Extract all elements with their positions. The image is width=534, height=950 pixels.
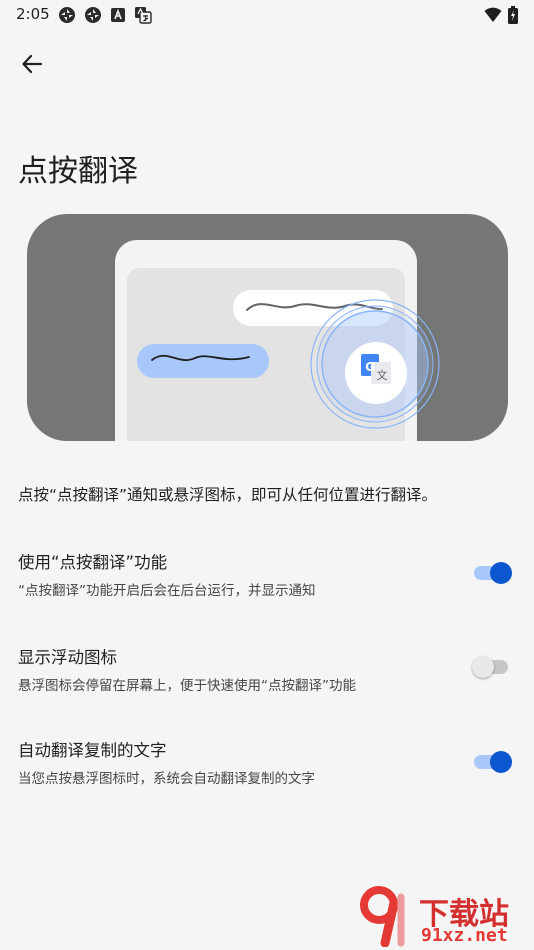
setting-row-auto-translate-copied-text[interactable]: 自动翻译复制的文字 当您点按悬浮图标时，系统会自动翻译复制的文字 [0, 737, 534, 807]
auto-translate-copied-text-toggle[interactable] [474, 749, 512, 775]
setting-subtitle: 悬浮图标会停留在屏幕上，便于快速使用“点按翻译”功能 [18, 678, 356, 694]
back-button[interactable] [12, 44, 52, 84]
watermark-logo-icon [360, 886, 405, 947]
arrow-back-icon [22, 54, 43, 74]
watermark-sub-text: 91xz.net [421, 925, 508, 946]
sync-icon [59, 7, 75, 23]
battery-charging-icon [508, 6, 518, 24]
status-system-icons [484, 6, 518, 24]
setting-row-use-tap-to-translate[interactable]: 使用“点按翻译”功能 “点按翻译”功能开启后会在后台运行，并显示通知 [0, 549, 534, 619]
status-notification-icons [58, 6, 152, 24]
status-time: 2:05 [16, 5, 50, 23]
setting-subtitle: 当您点按悬浮图标时，系统会自动翻译复制的文字 [18, 771, 315, 787]
show-floating-icon-toggle[interactable] [472, 654, 512, 680]
tap-to-translate-illustration: G 文 [27, 214, 508, 441]
sync-icon [85, 7, 101, 23]
setting-subtitle: “点按翻译”功能开启后会在后台运行，并显示通知 [18, 583, 316, 599]
switch-thumb [472, 656, 494, 678]
page-title: 点按翻译 [18, 154, 138, 189]
translate-icon [135, 7, 152, 24]
status-bar: 2:05 [0, 0, 534, 30]
page-description: 点按“点按翻译”通知或悬浮图标，即可从任何位置进行翻译。 [18, 486, 438, 504]
outgoing-message-bubble [137, 344, 269, 378]
setting-title: 自动翻译复制的文字 [18, 741, 167, 760]
wifi-icon [484, 7, 502, 22]
translate-icon-letter-right: 文 [377, 368, 388, 382]
translate-icon-letter-left: G [365, 360, 375, 374]
illustration-graphic: G 文 [115, 240, 440, 441]
watermark: 下载站 91xz.net [359, 885, 534, 950]
setting-row-show-floating-icon[interactable]: 显示浮动图标 悬浮图标会停留在屏幕上，便于快速使用“点按翻译”功能 [0, 644, 534, 714]
accessibility-a-icon [111, 8, 125, 22]
setting-title: 使用“点按翻译”功能 [18, 553, 168, 572]
switch-thumb [490, 562, 512, 584]
switch-thumb [490, 751, 512, 773]
setting-title: 显示浮动图标 [18, 648, 117, 667]
use-tap-to-translate-toggle[interactable] [474, 560, 512, 586]
